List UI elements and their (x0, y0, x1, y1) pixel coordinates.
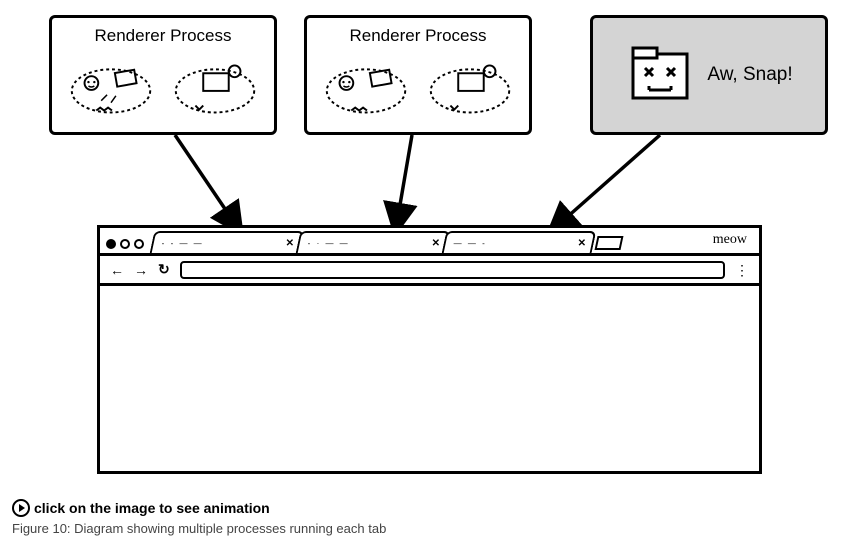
process-title: Renderer Process (317, 26, 519, 46)
browser-tab-1: - - — — (150, 231, 305, 253)
arrow-1 (175, 135, 242, 234)
diagram-canvas[interactable]: Renderer Process Renderer Process (0, 0, 860, 495)
window-min-icon (120, 239, 130, 249)
toolbar: ← → ↻ ⋮ (100, 256, 759, 286)
menu-icon: ⋮ (735, 267, 749, 273)
process-threads-illustration (62, 50, 264, 122)
tab-bar: - - — — - · — — — — - meow (100, 228, 759, 256)
page-viewport (100, 286, 759, 471)
browser-tab-2: - · — — (296, 231, 451, 253)
thread-doodle-icon (421, 51, 519, 121)
forward-button: → (134, 262, 148, 278)
arrow-2 (395, 135, 412, 234)
play-icon (12, 499, 30, 517)
renderer-process-box-2: Renderer Process (304, 15, 532, 135)
process-threads-illustration (317, 50, 519, 122)
arrow-3 (548, 135, 660, 234)
url-bar (180, 261, 725, 279)
thread-doodle-icon (166, 51, 264, 121)
window-close-icon (106, 239, 116, 249)
animation-hint-text: click on the image to see animation (34, 500, 270, 516)
back-button: ← (110, 262, 124, 278)
new-tab-button (595, 236, 624, 250)
crash-message: Aw, Snap! (707, 64, 792, 86)
animation-hint[interactable]: click on the image to see animation (0, 495, 863, 517)
window-max-icon (134, 239, 144, 249)
figure-caption: Figure 10: Diagram showing multiple proc… (0, 517, 863, 540)
process-title: Renderer Process (62, 26, 264, 46)
browser-window: - - — — - · — — — — - meow ← → ↻ ⋮ (97, 225, 762, 474)
reload-button: ↻ (158, 261, 170, 278)
crashed-process-box: Aw, Snap! (590, 15, 828, 135)
browser-tab-3: — — - (442, 231, 597, 253)
thread-doodle-icon (62, 51, 160, 121)
window-controls (106, 239, 144, 249)
browser-brand-label: meow (713, 232, 747, 248)
sad-folder-icon (625, 40, 695, 110)
renderer-process-box-1: Renderer Process (49, 15, 277, 135)
thread-doodle-icon (317, 51, 415, 121)
